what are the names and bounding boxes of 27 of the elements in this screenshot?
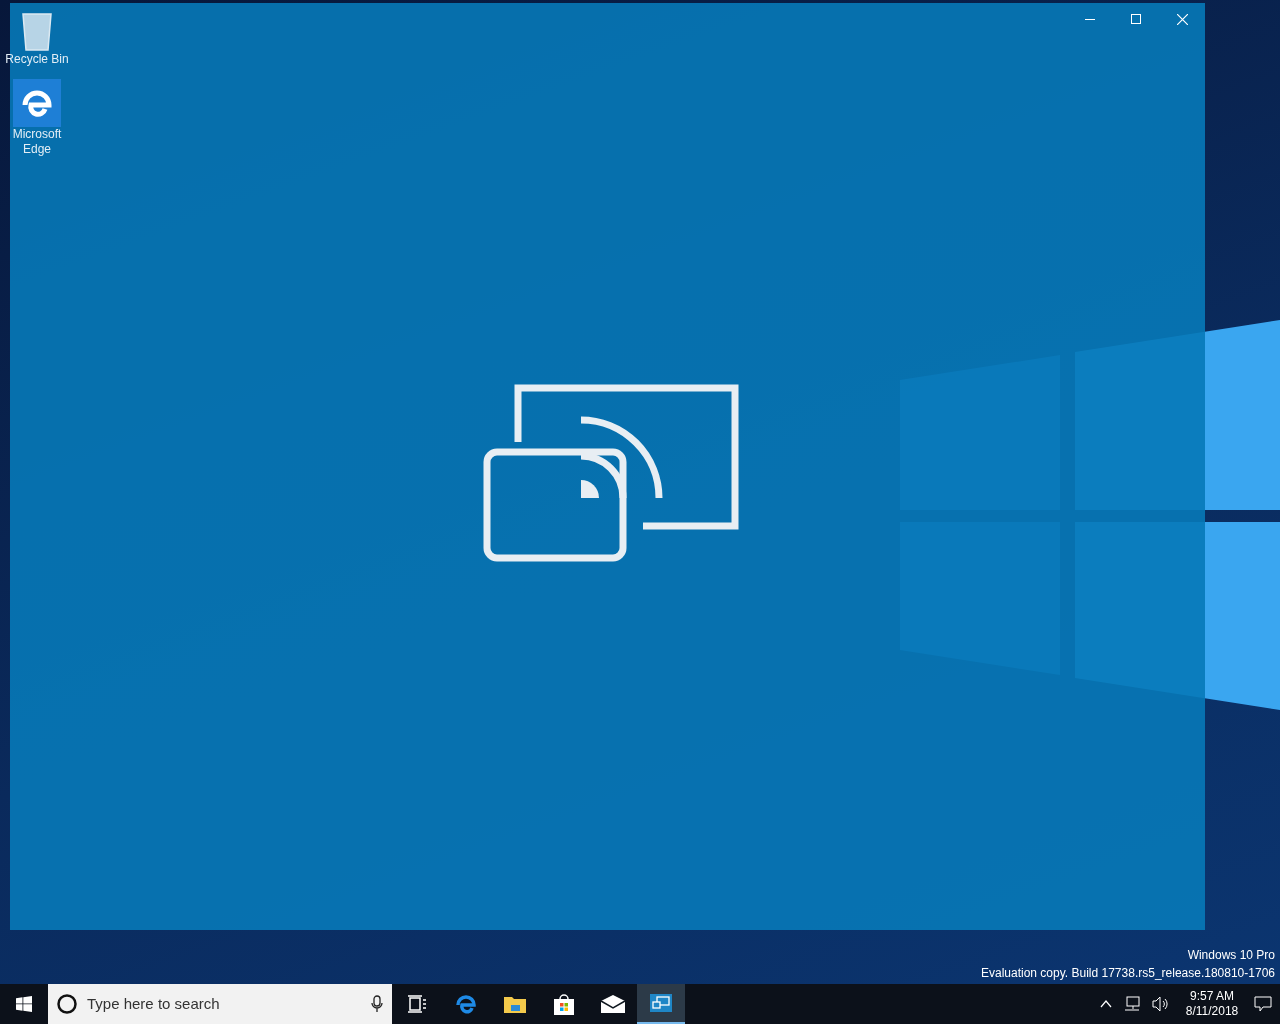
envelope-icon: [599, 995, 626, 1013]
search-box[interactable]: Type here to search: [48, 984, 392, 1024]
chevron-up-icon: [1100, 1000, 1112, 1008]
taskbar-app-button[interactable]: [637, 984, 685, 1024]
folder-icon: [502, 994, 527, 1014]
task-view-icon: [406, 994, 427, 1014]
edge-icon: [13, 79, 61, 127]
edge-icon: [454, 993, 477, 1015]
cortana-circle-icon: [57, 994, 77, 1014]
desktop-icon-label[interactable]: Recycle Bin: [5, 52, 69, 67]
windows-logo-icon: [16, 996, 32, 1012]
cast-icon: [482, 383, 741, 562]
notification-icon: [1254, 996, 1272, 1012]
clock-time[interactable]: 9:57 AM: [1190, 989, 1234, 1004]
edition-text: Evaluation copy. Build 17738.rs5_release.180810-1706: [981, 965, 1275, 982]
desktop-icon-label[interactable]: Microsoft Edge: [5, 127, 69, 157]
maximize-icon: [1131, 14, 1141, 24]
cast-icon: [650, 994, 672, 1012]
minimize-icon: [1085, 18, 1095, 20]
shopping-bag-icon: [551, 992, 576, 1016]
search-input[interactable]: Type here to search: [87, 992, 361, 1016]
clock-date[interactable]: 8/11/2018: [1185, 1004, 1239, 1019]
edition-text: Windows 10 Pro: [1187, 947, 1275, 964]
speaker-icon: [1152, 996, 1170, 1012]
network-icon: [1124, 996, 1140, 1012]
close-icon: [1176, 13, 1188, 25]
microphone-icon: [371, 995, 383, 1013]
